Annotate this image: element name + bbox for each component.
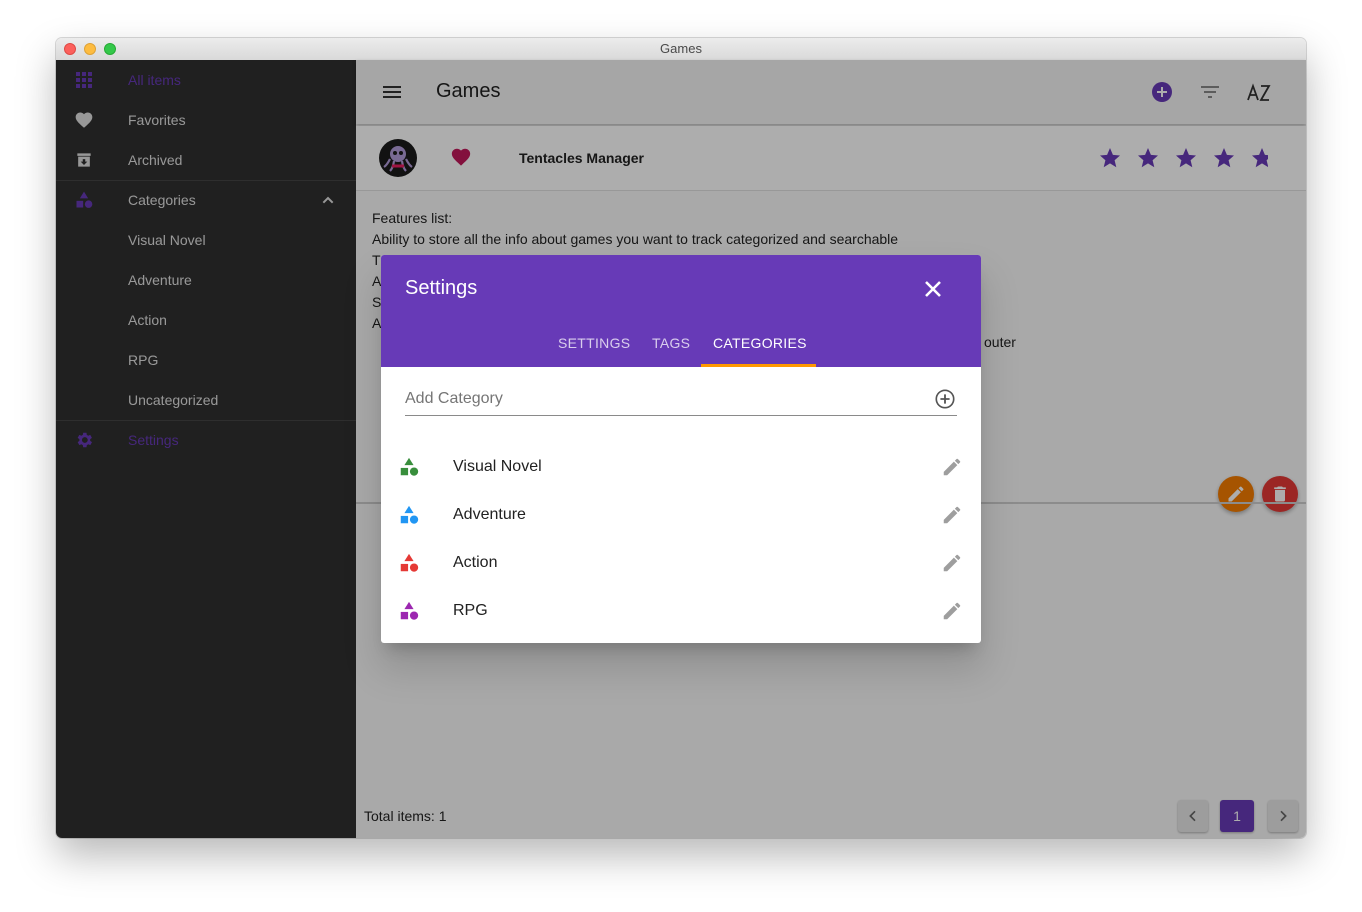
- maximize-window-button[interactable]: [104, 43, 116, 55]
- active-tab-indicator: [701, 364, 816, 367]
- category-label: Visual Novel: [453, 458, 542, 475]
- close-icon[interactable]: [919, 275, 947, 303]
- pencil-icon[interactable]: [941, 600, 963, 622]
- list-item: Adventure: [381, 491, 981, 539]
- dialog-header: Settings SETTINGS TAGS CATEGORIES: [381, 255, 981, 367]
- minimize-window-button[interactable]: [84, 43, 96, 55]
- category-label: Action: [453, 554, 498, 571]
- dialog-title: Settings: [405, 277, 478, 299]
- shapes-icon: [400, 505, 419, 524]
- close-window-button[interactable]: [64, 43, 76, 55]
- tab-categories[interactable]: CATEGORIES: [713, 335, 807, 351]
- shapes-icon: [400, 457, 419, 476]
- shapes-icon: [400, 553, 419, 572]
- tab-settings[interactable]: SETTINGS: [558, 335, 630, 351]
- tab-tags[interactable]: TAGS: [652, 335, 690, 351]
- category-label: RPG: [453, 602, 488, 619]
- pencil-icon[interactable]: [941, 504, 963, 526]
- titlebar: Games: [56, 38, 1306, 61]
- window-title: Games: [660, 41, 702, 56]
- add-category-field: [405, 387, 957, 416]
- add-circle-outline-icon[interactable]: [934, 388, 956, 410]
- list-item: Visual Novel: [381, 443, 981, 491]
- pencil-icon[interactable]: [941, 456, 963, 478]
- shapes-icon: [400, 601, 419, 620]
- list-item: Action: [381, 539, 981, 587]
- pencil-icon[interactable]: [941, 552, 963, 574]
- add-category-input[interactable]: [405, 387, 915, 411]
- settings-dialog: Settings SETTINGS TAGS CATEGORIES Visual…: [381, 255, 981, 643]
- category-label: Adventure: [453, 506, 526, 523]
- list-item: RPG: [381, 587, 981, 635]
